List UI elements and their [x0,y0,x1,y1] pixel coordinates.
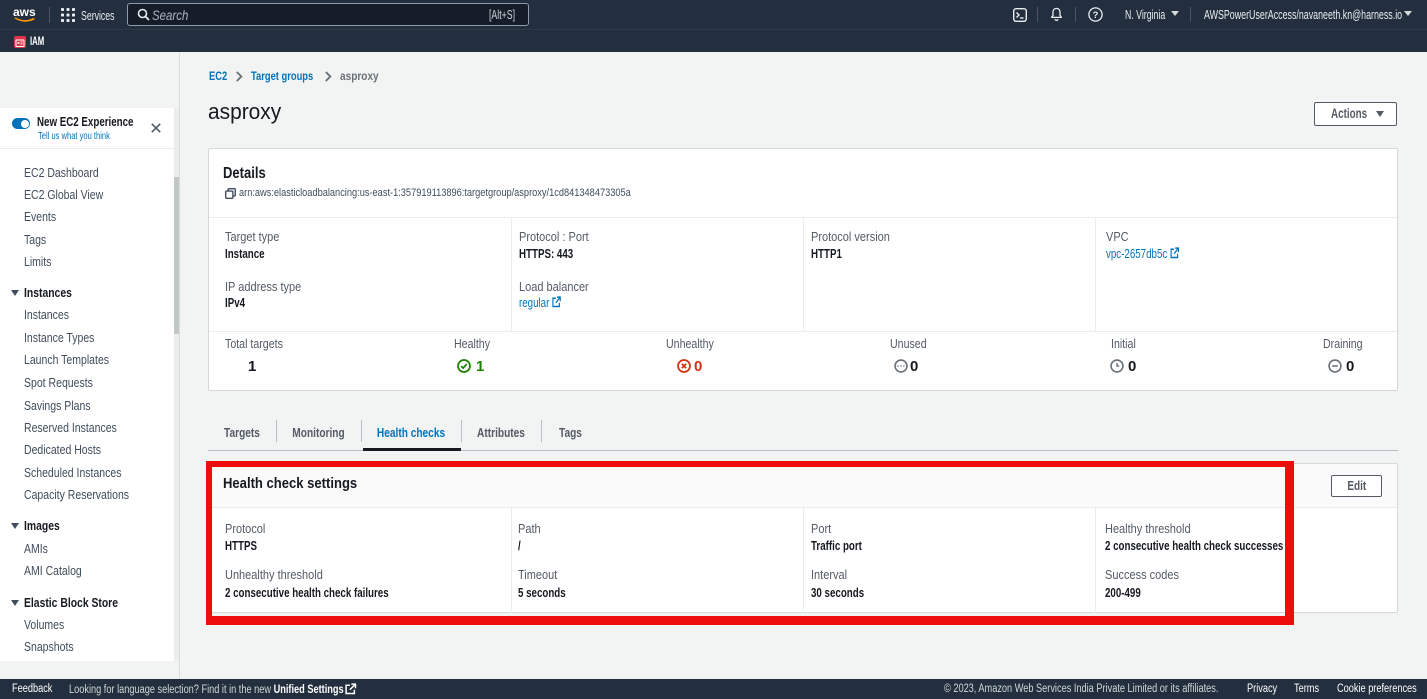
svg-text:?: ? [1093,10,1099,21]
svg-text:aws: aws [13,5,36,19]
